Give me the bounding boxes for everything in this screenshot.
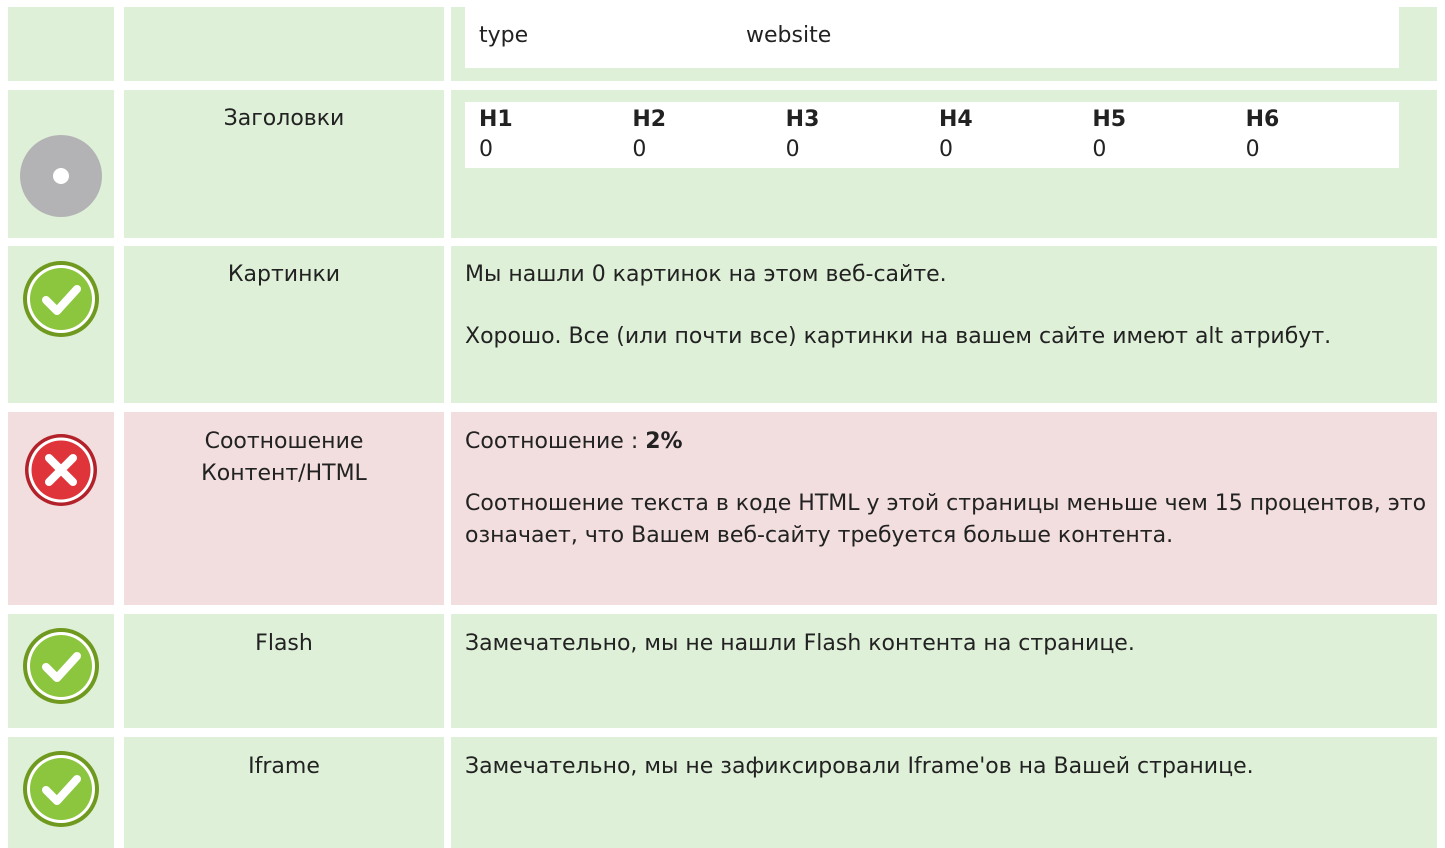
heading-name: H5	[1092, 107, 1127, 132]
iframe-content-cell: Замечательно, мы не зафиксировали Iframe…	[451, 737, 1437, 848]
check-icon	[23, 751, 99, 827]
og-value: website	[746, 23, 832, 48]
iframe-text: Замечательно, мы не зафиксировали Iframe…	[465, 754, 1254, 779]
heading-col-h3: H3 0	[786, 105, 939, 165]
headings-table: H1 0 H2 0 H3 0 H4 0 H5 0 H6 0	[465, 102, 1399, 168]
ratio-value: 2%	[645, 429, 683, 454]
images-content-cell: Мы нашли 0 картинок на этом веб-сайте. Х…	[451, 246, 1437, 403]
heading-col-h6: H6 0	[1246, 105, 1399, 165]
heading-name: H1	[479, 107, 513, 132]
heading-col-h1: H1 0	[479, 105, 632, 165]
iframe-label-cell: Iframe	[124, 737, 444, 848]
check-icon	[23, 628, 99, 704]
headings-label-cell: Заголовки	[124, 90, 444, 238]
heading-col-h4: H4 0	[939, 105, 1092, 165]
headings-icon-cell	[8, 90, 114, 238]
heading-count: 0	[1245, 137, 1260, 162]
iframe-label: Iframe	[248, 754, 320, 779]
flash-label-cell: Flash	[124, 614, 444, 728]
og-table-row: type website	[465, 23, 1399, 48]
og-row-content-cell: type website	[451, 7, 1437, 81]
heading-count: 0	[632, 137, 647, 162]
error-x-icon	[25, 434, 97, 506]
flash-text: Замечательно, мы не нашли Flash контента…	[465, 631, 1135, 656]
heading-name: H2	[632, 107, 667, 132]
headings-content-cell: H1 0 H2 0 H3 0 H4 0 H5 0 H6 0	[451, 90, 1437, 238]
flash-icon-cell	[8, 614, 114, 728]
heading-col-h2: H2 0	[632, 105, 785, 165]
heading-name: H3	[785, 107, 820, 132]
images-alt-text: Хорошо. Все (или почти все) картинки на …	[465, 324, 1332, 349]
headings-label: Заголовки	[223, 106, 345, 131]
images-label: Картинки	[227, 262, 341, 287]
images-label-cell: Картинки	[124, 246, 444, 403]
iframe-icon-cell	[8, 737, 114, 848]
ratio-content-cell: Соотношение : 2% Соотношение текста в ко…	[451, 412, 1437, 605]
images-icon-cell	[8, 246, 114, 403]
ratio-prefix: Соотношение :	[465, 429, 646, 454]
og-row-label-cell	[124, 7, 444, 81]
heading-count: 0	[479, 137, 493, 162]
og-row-icon-cell	[8, 7, 114, 81]
heading-count: 0	[938, 137, 953, 162]
neutral-status-icon	[20, 135, 102, 217]
og-table: type website	[465, 7, 1399, 68]
heading-name: H6	[1245, 107, 1280, 132]
ratio-label-cell: Соотношение Контент/HTML	[124, 412, 444, 605]
ratio-icon-cell	[8, 412, 114, 605]
flash-label: Flash	[255, 631, 313, 656]
heading-col-h5: H5 0	[1092, 105, 1245, 165]
check-icon	[23, 261, 99, 337]
ratio-value-line: Соотношение : 2%	[465, 426, 1437, 458]
flash-content-cell: Замечательно, мы не нашли Flash контента…	[451, 614, 1437, 728]
ratio-label: Соотношение Контент/HTML	[201, 429, 367, 486]
images-count-text: Мы нашли 0 картинок на этом веб-сайте.	[465, 262, 947, 287]
heading-count: 0	[1092, 137, 1107, 162]
seo-report-table: type website Заголовки H1 0 H2 0 H3 0 H4…	[0, 0, 1445, 848]
heading-name: H4	[938, 107, 973, 132]
og-key: type	[479, 23, 529, 48]
heading-count: 0	[785, 137, 800, 162]
ratio-description: Соотношение текста в коде HTML у этой ст…	[465, 491, 1427, 548]
